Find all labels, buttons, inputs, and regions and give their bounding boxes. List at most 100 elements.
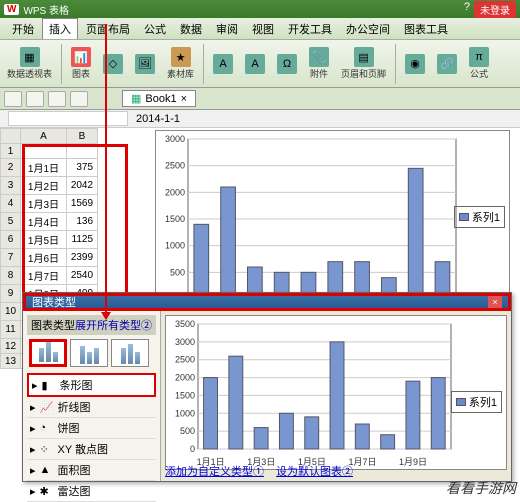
cell[interactable]: 2540 bbox=[66, 267, 97, 285]
name-box[interactable] bbox=[8, 111, 128, 126]
table-row[interactable]: 71月6日2399 bbox=[1, 249, 98, 267]
add-custom-type-link[interactable]: 添加为自定义类型① bbox=[165, 463, 264, 479]
login-button[interactable]: 未登录 bbox=[474, 1, 516, 18]
menu-pagelayout[interactable]: 页面布局 bbox=[80, 19, 136, 39]
ribbon-headerfooter[interactable]: ▤页眉和页脚 bbox=[338, 46, 389, 81]
doc-tab-book1[interactable]: ▦ Book1 × bbox=[122, 90, 196, 107]
ribbon-shape[interactable]: ◇ bbox=[100, 53, 126, 75]
menu-devtools[interactable]: 开发工具 bbox=[282, 19, 338, 39]
row-header[interactable]: 6 bbox=[1, 231, 21, 249]
formula-bar: 2014-1-1 bbox=[0, 110, 520, 128]
ribbon-symbol[interactable]: Ω bbox=[274, 53, 300, 75]
row-header[interactable]: 4 bbox=[1, 195, 21, 213]
menu-formula[interactable]: 公式 bbox=[138, 19, 172, 39]
ribbon-hyperlink[interactable]: 🔗 bbox=[434, 53, 460, 75]
table-row[interactable]: 61月5日1125 bbox=[1, 231, 98, 249]
cell[interactable]: 375 bbox=[66, 159, 97, 177]
chart-type-item[interactable]: ▸▮条形图 bbox=[27, 373, 156, 397]
set-default-chart-link[interactable]: 设为默认图表② bbox=[276, 463, 353, 479]
ribbon-object[interactable]: ◉ bbox=[402, 53, 428, 75]
help-icon[interactable]: ? bbox=[464, 1, 470, 18]
ribbon-attach[interactable]: 📎附件 bbox=[306, 46, 332, 81]
cell[interactable]: 2042 bbox=[66, 177, 97, 195]
ribbon-pivot[interactable]: ▦数据透视表 bbox=[4, 46, 55, 81]
row-header[interactable]: 11 bbox=[1, 321, 21, 339]
close-icon[interactable]: × bbox=[181, 93, 187, 105]
cell[interactable]: 1125 bbox=[66, 231, 97, 249]
expand-icon: ▸ bbox=[30, 401, 36, 414]
menu-start[interactable]: 开始 bbox=[6, 19, 40, 39]
chart-type-item[interactable]: ▸✱雷达图 bbox=[27, 481, 156, 502]
watermark: 看看手游网 bbox=[446, 478, 516, 498]
menu-insert[interactable]: 插入 bbox=[42, 18, 78, 39]
dialog-close-button[interactable]: × bbox=[488, 296, 502, 308]
separator bbox=[61, 44, 62, 84]
cell[interactable] bbox=[66, 144, 97, 159]
type-label: 折线图 bbox=[58, 399, 91, 415]
chart-type-item[interactable]: ▸⁘XY 散点图 bbox=[27, 439, 156, 460]
menu-view[interactable]: 视图 bbox=[246, 19, 280, 39]
formula-value[interactable]: 2014-1-1 bbox=[136, 113, 180, 125]
row-header[interactable]: 9 bbox=[1, 285, 21, 303]
row-header[interactable]: 8 bbox=[1, 267, 21, 285]
chart-type-item[interactable]: ▸📈折线图 bbox=[27, 397, 156, 418]
row-header[interactable]: 7 bbox=[1, 249, 21, 267]
table-row[interactable]: 41月3日1569 bbox=[1, 195, 98, 213]
qa-redo[interactable] bbox=[48, 91, 66, 107]
chart-icon: 📊 bbox=[71, 47, 91, 67]
cell[interactable]: 1月3日 bbox=[21, 195, 67, 213]
ribbon-image[interactable]: 🖼 bbox=[132, 53, 158, 75]
ribbon-textbox[interactable]: A bbox=[210, 53, 236, 75]
cell[interactable]: 1月1日 bbox=[21, 159, 67, 177]
menu-data[interactable]: 数据 bbox=[174, 19, 208, 39]
expand-link[interactable]: 展开所有类型② bbox=[75, 317, 152, 333]
ribbon-equation[interactable]: π公式 bbox=[466, 46, 492, 81]
row-header[interactable]: 5 bbox=[1, 213, 21, 231]
row-header[interactable]: 10 bbox=[1, 303, 21, 321]
chart-type-item[interactable]: ▸◔饼图 bbox=[27, 418, 156, 439]
link-icon: 🔗 bbox=[437, 54, 457, 74]
ribbon-wordart[interactable]: A bbox=[242, 53, 268, 75]
cell[interactable]: 1569 bbox=[66, 195, 97, 213]
cell[interactable]: 1月6日 bbox=[21, 249, 67, 267]
table-row[interactable]: 31月2日2042 bbox=[1, 177, 98, 195]
col-A[interactable]: A bbox=[21, 129, 67, 144]
menu-review[interactable]: 审阅 bbox=[210, 19, 244, 39]
table-row[interactable]: 21月1日375 bbox=[1, 159, 98, 177]
table-row[interactable]: 81月7日2540 bbox=[1, 267, 98, 285]
chart-type-item[interactable]: ▸▲面积图 bbox=[27, 460, 156, 481]
thumb-stacked-bar[interactable] bbox=[70, 339, 108, 367]
thumb-clustered-bar[interactable] bbox=[29, 339, 67, 367]
legend-swatch bbox=[456, 398, 466, 406]
qa-print[interactable] bbox=[70, 91, 88, 107]
cell[interactable]: 1月4日 bbox=[21, 213, 67, 231]
cell[interactable]: 1月7日 bbox=[21, 267, 67, 285]
table-row[interactable]: 51月4日136 bbox=[1, 213, 98, 231]
doc-tab-label: Book1 bbox=[145, 93, 176, 105]
cell[interactable]: 2399 bbox=[66, 249, 97, 267]
headerfooter-icon: ▤ bbox=[354, 47, 374, 67]
row-header[interactable]: 2 bbox=[1, 159, 21, 177]
dialog-titlebar[interactable]: 图表类型 × bbox=[23, 293, 511, 311]
chart-preview: 05001000150020002500300035001月1日1月3日1月5日… bbox=[165, 315, 507, 470]
cell[interactable] bbox=[21, 144, 67, 159]
menu-charttools[interactable]: 图表工具 bbox=[398, 19, 454, 39]
ribbon-gallery[interactable]: ★素材库 bbox=[164, 46, 197, 81]
col-B[interactable]: B bbox=[66, 129, 97, 144]
cell[interactable]: 1月5日 bbox=[21, 231, 67, 249]
row-header[interactable]: 12 bbox=[1, 339, 21, 354]
thumb-3d-bar[interactable] bbox=[111, 339, 149, 367]
cell[interactable]: 1月2日 bbox=[21, 177, 67, 195]
qa-save[interactable] bbox=[4, 91, 22, 107]
ribbon-chart[interactable]: 📊图表 bbox=[68, 46, 94, 81]
row-header[interactable]: 1 bbox=[1, 144, 21, 159]
row-header[interactable]: 3 bbox=[1, 177, 21, 195]
cell[interactable]: 136 bbox=[66, 213, 97, 231]
svg-text:2000: 2000 bbox=[165, 187, 185, 197]
menu-office[interactable]: 办公空间 bbox=[340, 19, 396, 39]
table-row[interactable]: 1 bbox=[1, 144, 98, 159]
qa-undo[interactable] bbox=[26, 91, 44, 107]
row-header[interactable]: 13 bbox=[1, 354, 21, 369]
type-label: 雷达图 bbox=[58, 483, 91, 499]
menu-bar: 开始 插入 页面布局 公式 数据 审阅 视图 开发工具 办公空间 图表工具 bbox=[0, 18, 520, 40]
